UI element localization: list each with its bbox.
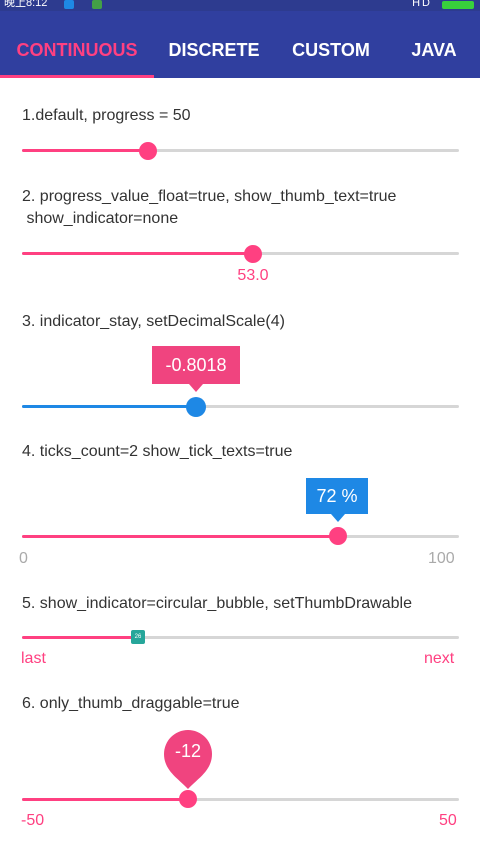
tab-custom[interactable]: CUSTOM	[274, 22, 388, 78]
seekbar-4-thumb[interactable]	[329, 527, 347, 545]
seekbar-4-tick-start: 0	[19, 550, 28, 567]
seekbar-6-tick-start: -50	[21, 812, 45, 829]
seekbar-5-progress	[22, 636, 139, 639]
status-bar: 晚上8:12 HD	[0, 0, 480, 11]
tab-continuous[interactable]: CONTINUOUS	[0, 22, 154, 78]
network-label: HD	[412, 0, 432, 9]
seekbar-4-tick-end: 100	[428, 550, 455, 567]
seekbar-2-thumb[interactable]	[244, 245, 262, 263]
seekbar-4-indicator: 72 %	[306, 478, 368, 514]
seekbar-1-thumb[interactable]	[139, 142, 157, 160]
app-bar: CONTINUOUS DISCRETE CUSTOM JAVA	[0, 11, 480, 78]
seekbar-6-thumb[interactable]	[179, 790, 197, 808]
tab-indicator	[0, 75, 154, 78]
seekbar-1-label: 1.default, progress = 50	[22, 107, 191, 124]
seekbar-2-thumb-text: 53.0	[237, 267, 269, 284]
seekbar-3-indicator-arrow	[189, 384, 203, 392]
seekbar-2-label-line1: 2. progress_value_float=true, show_thumb…	[22, 188, 397, 205]
seekbar-4-label: 4. ticks_count=2 show_tick_texts=true	[22, 443, 293, 460]
notification-icon	[64, 0, 74, 9]
seekbar-3-progress	[22, 405, 196, 408]
seekbar-6-tick-end: 50	[439, 812, 457, 829]
tab-discrete[interactable]: DISCRETE	[154, 22, 274, 78]
seekbar-3-label: 3. indicator_stay, setDecimalScale(4)	[22, 313, 285, 330]
status-time: 晚上8:12	[4, 0, 48, 9]
seekbar-5-label: 5. show_indicator=circular_bubble, setTh…	[22, 595, 412, 612]
seekbar-2-progress	[22, 252, 253, 255]
tab-java[interactable]: JAVA	[388, 22, 480, 78]
seekbar-5-tick-end: next	[424, 650, 455, 667]
seekbar-3-thumb[interactable]	[186, 397, 206, 417]
seekbar-6-label: 6. only_thumb_draggable=true	[22, 695, 240, 712]
seekbar-6-indicator-text: -12	[174, 741, 201, 761]
seekbar-3-indicator: -0.8018	[152, 346, 240, 384]
seekbar-5-tick-start: last	[21, 650, 46, 667]
seekbar-1-progress	[22, 149, 148, 152]
battery-icon	[442, 1, 474, 9]
seekbar-4-progress	[22, 535, 338, 538]
seekbar-6-progress	[22, 798, 188, 801]
seekbar-5-thumb-icon[interactable]: 26	[131, 630, 145, 644]
seekbar-4-indicator-arrow	[331, 514, 345, 522]
notification-icon-2	[92, 0, 102, 9]
seekbar-2-label-line2: show_indicator=none	[22, 210, 179, 227]
